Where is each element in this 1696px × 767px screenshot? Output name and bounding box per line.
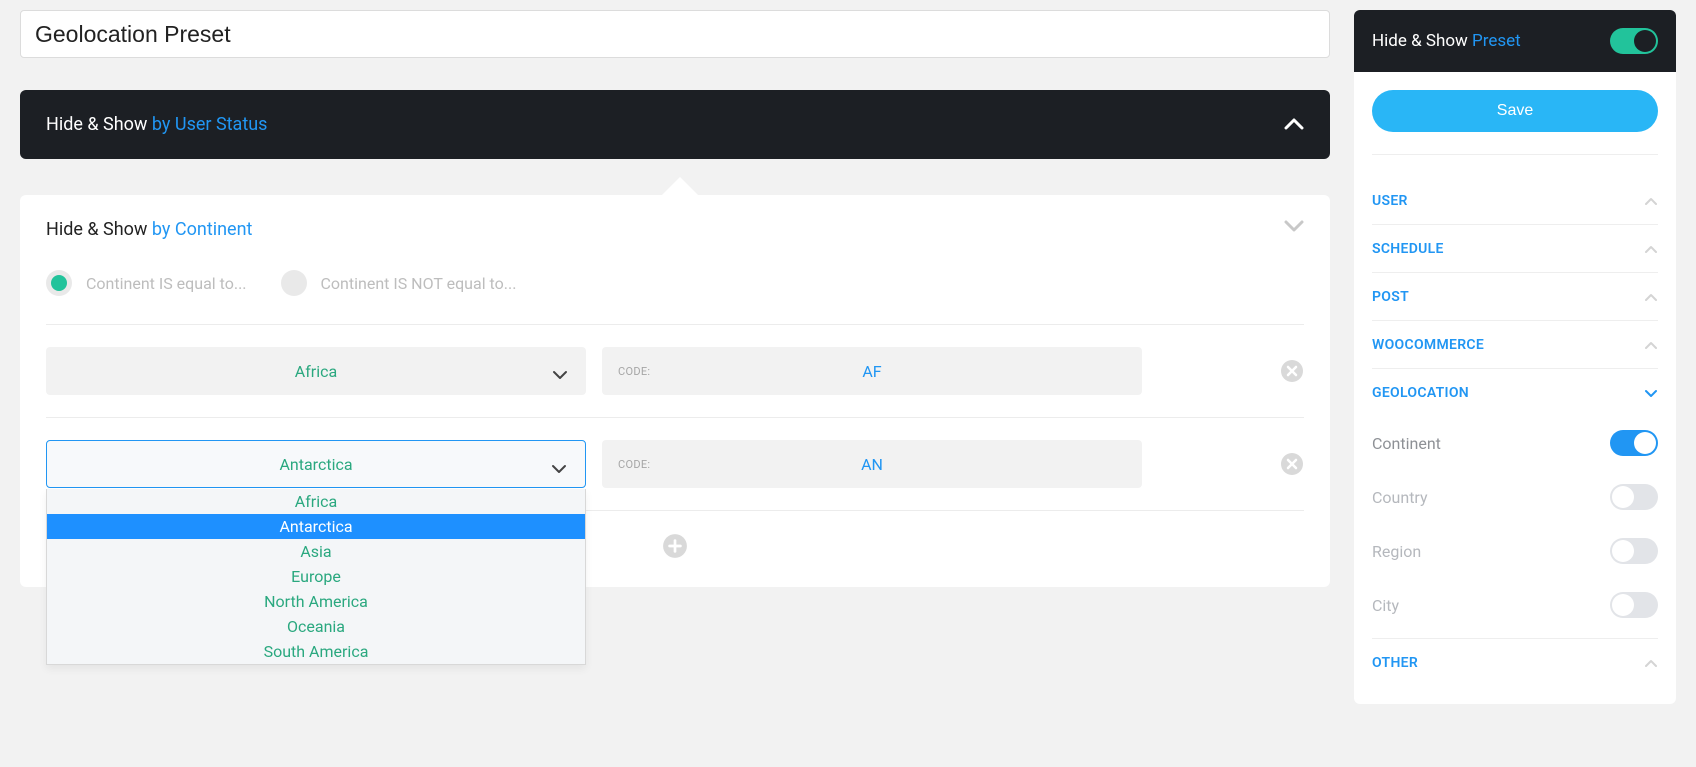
sidebar-section-woocommerce[interactable]: WOOCOMMERCE [1372,321,1658,369]
chevron-down-icon [552,365,568,384]
geo-item-region: Region [1372,524,1658,578]
code-label: CODE: [618,365,650,378]
continent-row: Antarctica AfricaAntarcticaAsiaEuropeNor… [46,418,1304,511]
add-row-button[interactable] [662,533,688,563]
chevron-down-icon[interactable] [1284,217,1304,236]
code-display: CODE: AF [602,347,1142,395]
code-display: CODE: AN [602,440,1142,488]
continent-select-value: Africa [295,362,337,381]
sidebar-section-geolocation[interactable]: GEOLOCATION [1372,369,1658,416]
section-continent-suffix: by Continent [152,219,253,240]
geo-item-continent: Continent [1372,416,1658,470]
section-user-status-title: Hide & Show by User Status [46,114,267,135]
continent-select-value: Antarctica [279,455,352,474]
code-label: CODE: [618,458,650,471]
sidebar-header-title: Hide & Show Preset [1372,31,1521,51]
sidebar-header-prefix: Hide & Show [1372,31,1472,51]
section-user-status-suffix: by User Status [152,114,268,135]
chevron-up-icon [1284,115,1304,134]
sidebar-section-label: POST [1372,289,1409,305]
preset-title-input[interactable] [20,10,1330,58]
geo-item-label: Region [1372,542,1421,561]
section-continent-prefix: Hide & Show [46,219,152,240]
radio-isnot-label: Continent IS NOT equal to... [321,274,517,293]
radio-is-not-equal[interactable]: Continent IS NOT equal to... [281,270,517,296]
sidebar-section-label: SCHEDULE [1372,241,1444,257]
continent-row: Africa CODE: AF [46,325,1304,418]
sidebar-section-label: OTHER [1372,655,1418,671]
geo-item-label: City [1372,596,1399,615]
sidebar-header-suffix: Preset [1472,31,1521,51]
dropdown-option[interactable]: Africa [47,489,585,514]
sidebar-section-label: USER [1372,193,1408,209]
divider [1372,154,1658,155]
section-user-status-prefix: Hide & Show [46,114,152,135]
radio-icon [281,270,307,296]
sidebar-panel: Save USER SCHEDULE POST WOOCOMMERCE GEOL… [1354,72,1676,704]
region-toggle[interactable] [1610,538,1658,564]
sidebar-section-user[interactable]: USER [1372,177,1658,225]
country-toggle[interactable] [1610,484,1658,510]
chevron-up-icon [1644,191,1658,210]
chevron-up-icon [1644,335,1658,354]
dropdown-option[interactable]: South America [47,639,585,664]
continent-dropdown: AfricaAntarcticaAsiaEuropeNorth AmericaO… [46,489,586,665]
delete-row-button[interactable] [1280,452,1304,476]
continent-toggle[interactable] [1610,430,1658,456]
arrow-notch-icon [662,177,698,195]
sidebar-section-post[interactable]: POST [1372,273,1658,321]
section-continent: Hide & Show by Continent Continent IS eq… [20,195,1330,587]
sidebar-section-other[interactable]: OTHER [1372,639,1658,686]
continent-select-open[interactable]: Antarctica AfricaAntarcticaAsiaEuropeNor… [46,440,586,488]
radio-is-equal[interactable]: Continent IS equal to... [46,270,247,296]
sidebar-section-label: GEOLOCATION [1372,385,1469,401]
radio-is-label: Continent IS equal to... [86,274,247,293]
radio-icon [46,270,72,296]
chevron-up-icon [1644,239,1658,258]
dropdown-option[interactable]: Asia [47,539,585,564]
save-button[interactable]: Save [1372,90,1658,132]
section-continent-title: Hide & Show by Continent [46,219,1304,240]
chevron-down-icon [551,459,567,478]
geo-item-country: Country [1372,470,1658,524]
chevron-up-icon [1644,287,1658,306]
code-value: AF [602,362,1142,381]
code-value: AN [602,455,1142,474]
chevron-up-icon [1644,653,1658,672]
geo-item-city: City [1372,578,1658,639]
dropdown-option[interactable]: Antarctica [47,514,585,539]
continent-select[interactable]: Africa [46,347,586,395]
dropdown-option[interactable]: North America [47,589,585,614]
preset-enable-toggle[interactable] [1610,28,1658,54]
geo-item-label: Continent [1372,434,1441,453]
sidebar-section-label: WOOCOMMERCE [1372,337,1484,353]
geo-item-label: Country [1372,488,1428,507]
sidebar-header: Hide & Show Preset [1354,10,1676,72]
section-user-status-header[interactable]: Hide & Show by User Status [20,90,1330,159]
dropdown-option[interactable]: Oceania [47,614,585,639]
sidebar-section-schedule[interactable]: SCHEDULE [1372,225,1658,273]
city-toggle[interactable] [1610,592,1658,618]
delete-row-button[interactable] [1280,359,1304,383]
chevron-down-icon [1644,383,1658,402]
dropdown-option[interactable]: Europe [47,564,585,589]
